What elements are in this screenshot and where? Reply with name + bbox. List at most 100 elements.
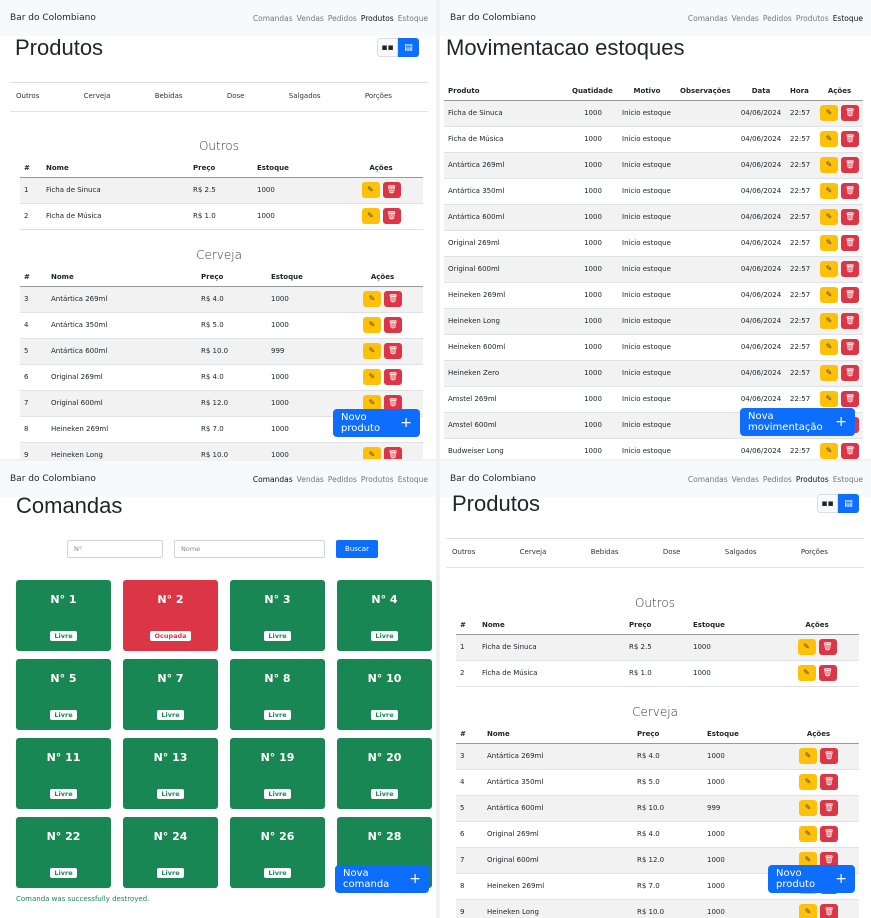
delete-button[interactable]: 🗑 [820,826,838,842]
comanda-card[interactable]: N° 11 Livre [16,738,111,809]
nav-comandas[interactable]: Comandas [253,14,293,23]
tab-dose[interactable]: Dose [663,548,681,567]
delete-button[interactable]: 🗑 [841,339,859,355]
nav-comandas[interactable]: Comandas [688,14,728,23]
edit-button[interactable]: ✎ [820,183,838,199]
tab-bebidas[interactable]: Bebidas [155,92,183,111]
tab-outros[interactable]: Outros [452,548,475,567]
nav-estoque[interactable]: Estoque [398,475,428,484]
nav-produtos[interactable]: Produtos [796,14,829,23]
delete-button[interactable]: 🗑 [841,157,859,173]
edit-button[interactable]: ✎ [363,447,381,459]
delete-button[interactable]: 🗑 [384,369,402,385]
delete-button[interactable]: 🗑 [841,443,859,459]
comanda-card[interactable]: N° 2 Ocupada [123,580,218,651]
edit-button[interactable]: ✎ [797,639,816,655]
delete-button[interactable]: 🗑 [841,313,859,329]
nav-estoque[interactable]: Estoque [398,14,428,23]
new-comanda-button[interactable]: Nova comanda + [335,865,429,893]
comanda-card[interactable]: N° 22 Livre [16,817,111,888]
delete-button[interactable]: 🗑 [818,639,837,655]
tab-outros[interactable]: Outros [16,92,39,111]
nav-estoque[interactable]: Estoque [833,14,863,23]
delete-button[interactable]: 🗑 [841,235,859,251]
brand[interactable]: Bar do Colombiano [10,13,96,23]
brand[interactable]: Bar do Colombiano [450,474,536,484]
comanda-card[interactable]: N° 7 Livre [123,659,218,730]
nav-produtos[interactable]: Produtos [796,475,829,484]
nav-estoque[interactable]: Estoque [833,475,863,484]
delete-button[interactable]: 🗑 [841,183,859,199]
delete-button[interactable]: 🗑 [841,391,859,407]
nav-produtos[interactable]: Produtos [361,475,394,484]
edit-button[interactable]: ✎ [799,748,817,764]
delete-button[interactable]: 🗑 [841,209,859,225]
delete-button[interactable]: 🗑 [820,904,838,918]
delete-button[interactable]: 🗑 [382,208,401,224]
tab-salgados[interactable]: Salgados [725,548,757,567]
comanda-card[interactable]: N° 10 Livre [337,659,432,730]
edit-button[interactable]: ✎ [820,287,838,303]
delete-button[interactable]: 🗑 [820,774,838,790]
tab-bebidas[interactable]: Bebidas [591,548,619,567]
nav-pedidos[interactable]: Pedidos [328,14,357,23]
comanda-card[interactable]: N° 8 Livre [230,659,325,730]
comanda-card[interactable]: N° 3 Livre [230,580,325,651]
edit-button[interactable]: ✎ [820,235,838,251]
edit-button[interactable]: ✎ [820,261,838,277]
comanda-card[interactable]: N° 5 Livre [16,659,111,730]
tab-salgados[interactable]: Salgados [289,92,321,111]
brand[interactable]: Bar do Colombiano [10,474,96,484]
edit-button[interactable]: ✎ [820,105,838,121]
delete-button[interactable]: 🗑 [841,261,859,277]
comanda-card[interactable]: N° 19 Livre [230,738,325,809]
edit-button[interactable]: ✎ [361,182,380,198]
edit-button[interactable]: ✎ [799,774,817,790]
nav-produtos[interactable]: Produtos [361,14,394,23]
nav-pedidos[interactable]: Pedidos [328,475,357,484]
delete-button[interactable]: 🗑 [818,665,837,681]
edit-button[interactable]: ✎ [799,904,817,918]
grid-view-button[interactable]: ▪▪ [817,494,838,513]
brand[interactable]: Bar do Colombiano [450,13,536,23]
delete-button[interactable]: 🗑 [384,447,402,459]
list-view-button[interactable]: ▤ [838,494,859,513]
edit-button[interactable]: ✎ [797,665,816,681]
edit-button[interactable]: ✎ [820,391,838,407]
edit-button[interactable]: ✎ [820,313,838,329]
edit-button[interactable]: ✎ [820,209,838,225]
nav-comandas[interactable]: Comandas [688,475,728,484]
comanda-card[interactable]: N° 24 Livre [123,817,218,888]
edit-button[interactable]: ✎ [363,291,381,307]
edit-button[interactable]: ✎ [363,317,381,333]
nav-pedidos[interactable]: Pedidos [763,475,792,484]
delete-button[interactable]: 🗑 [384,291,402,307]
delete-button[interactable]: 🗑 [384,343,402,359]
edit-button[interactable]: ✎ [820,443,838,459]
delete-button[interactable]: 🗑 [841,287,859,303]
comanda-card[interactable]: N° 4 Livre [337,580,432,651]
search-number-input[interactable]: N° [67,540,163,558]
comanda-card[interactable]: N° 20 Livre [337,738,432,809]
delete-button[interactable]: 🗑 [382,182,401,198]
comanda-card[interactable]: N° 13 Livre [123,738,218,809]
delete-button[interactable]: 🗑 [820,800,838,816]
search-name-input[interactable]: Nome [174,540,325,558]
comanda-card[interactable]: N° 26 Livre [230,817,325,888]
nav-vendas[interactable]: Vendas [297,14,324,23]
comanda-card[interactable]: N° 1 Livre [16,580,111,651]
tab-cerveja[interactable]: Cerveja [520,548,547,567]
edit-button[interactable]: ✎ [363,369,381,385]
delete-button[interactable]: 🗑 [820,748,838,764]
search-button[interactable]: Buscar [336,540,378,558]
edit-button[interactable]: ✎ [361,208,380,224]
new-movement-button[interactable]: Nova movimentação + [740,408,855,436]
nav-vendas[interactable]: Vendas [297,475,324,484]
nav-vendas[interactable]: Vendas [732,14,759,23]
edit-button[interactable]: ✎ [799,800,817,816]
tab-porcoes[interactable]: Porções [365,92,392,111]
nav-vendas[interactable]: Vendas [732,475,759,484]
tab-cerveja[interactable]: Cerveja [84,92,111,111]
list-view-button[interactable]: ▤ [398,38,419,57]
edit-button[interactable]: ✎ [820,131,838,147]
